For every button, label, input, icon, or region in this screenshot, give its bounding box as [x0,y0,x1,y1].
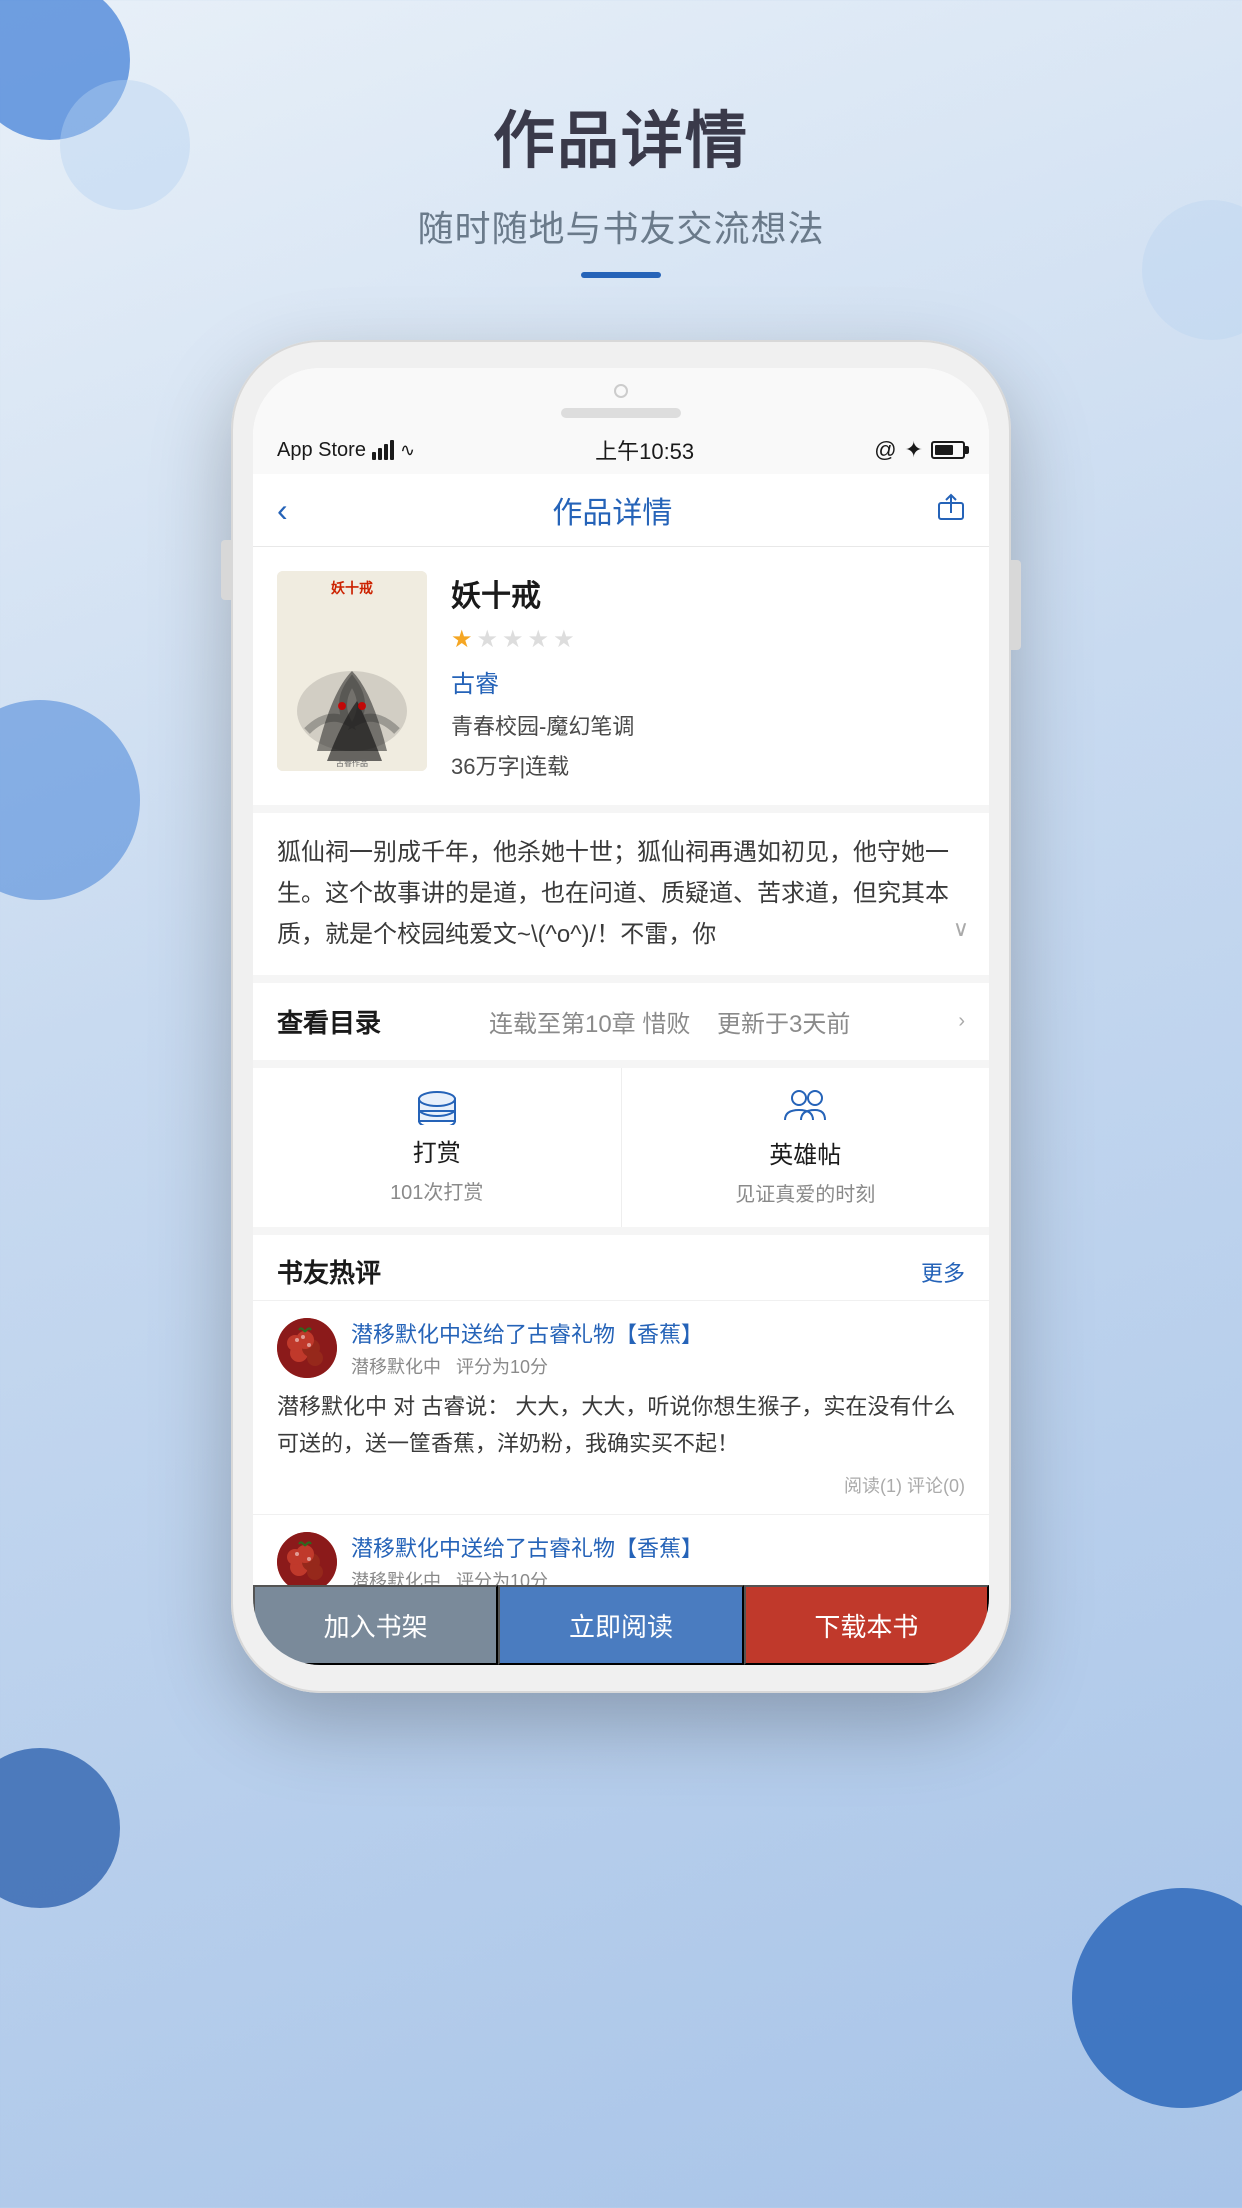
book-genre: 青春校园-魔幻笔调 [451,709,965,741]
bluetooth-icon: ✦ [905,437,923,463]
star-rating: ★ ★ ★ ★ ★ [451,625,965,654]
phone-mockup: App Store ∿ 上午10:53 @ ✦ [231,340,1011,1693]
tip-action[interactable]: 打赏 101次打赏 [253,1068,622,1227]
book-details: 妖十戒 ★ ★ ★ ★ ★ 古睿 青春校园-魔幻笔调 36万字|连载 [451,571,965,781]
title-underline [581,272,661,278]
reviews-title: 书友热评 [277,1253,381,1290]
app-nav: ‹ 作品详情 [253,474,989,547]
book-wordcount: 36万字|连载 [451,749,965,781]
reviews-header: 书友热评 更多 [253,1235,989,1300]
bg-decoration-5 [1072,1888,1242,2108]
reviews-more-button[interactable]: 更多 [921,1256,965,1288]
star-2: ★ [477,625,499,654]
description-text: 狐仙祠一别成千年，他杀她十世；狐仙祠再遇如初见，他守她一生。这个故事讲的是道，也… [277,839,949,948]
svg-text:妖十戒: 妖十戒 [331,580,373,597]
share-button[interactable] [937,493,965,528]
battery-fill [935,445,953,455]
review-header-1: 潜移默化中送给了古睿礼物【香蕉】 潜移默化中 评分为10分 [277,1317,965,1379]
toc-row[interactable]: 查看目录 连载至第10章 惜败 更新于3天前 › [253,983,989,1068]
status-right: @ ✦ [874,437,965,463]
add-shelf-button[interactable]: 加入书架 [253,1585,498,1665]
app-content: 妖十戒 [253,547,989,1665]
wifi-icon: ∿ [400,440,415,461]
star-3: ★ [502,625,524,654]
toc-label: 查看目录 [277,1003,381,1040]
review-item-1: 潜移默化中送给了古睿礼物【香蕉】 潜移默化中 评分为10分 潜移默化中 对 古睿… [253,1300,989,1514]
bg-decoration-6 [0,1748,120,1908]
book-title: 妖十戒 [451,571,965,615]
status-time: 上午10:53 [595,434,694,466]
download-button[interactable]: 下载本书 [744,1585,989,1665]
battery-icon [931,441,965,459]
fold-icon[interactable]: ∨ [953,910,969,947]
phone-side-button-right [1011,560,1021,650]
review-gift-title-2[interactable]: 潜移默化中送给了古睿礼物【香蕉】 [351,1531,965,1563]
review-header-2: 潜移默化中送给了古睿礼物【香蕉】 潜移默化中 评分为10分 [277,1531,965,1593]
tip-label: 打赏 [413,1133,461,1168]
star-4: ★ [528,625,550,654]
signal-bars [372,440,394,460]
bar4 [390,440,394,460]
phone-speaker [561,408,681,418]
review-user-score-1: 潜移默化中 评分为10分 [351,1353,965,1379]
people-icon [781,1088,829,1127]
bg-decoration-4 [0,700,140,900]
page-header: 作品详情 随时随地与书友交流想法 [0,90,1242,278]
star-1: ★ [451,625,473,654]
bar2 [378,448,382,460]
phone-camera [614,384,628,398]
author-name[interactable]: 古睿 [451,664,965,699]
phone-side-button-left [221,540,231,600]
book-description: 狐仙祠一别成千年，他杀她十世；狐仙祠再遇如初见，他守她一生。这个故事讲的是道，也… [253,813,989,983]
actions-row: 打赏 101次打赏 英雄帖 [253,1068,989,1235]
back-app-label: App Store [277,439,366,462]
hero-sublabel: 见证真爱的时刻 [735,1178,875,1207]
read-now-button[interactable]: 立即阅读 [498,1585,743,1665]
review-footer-1: 阅读(1) 评论(0) [277,1472,965,1498]
book-info-section: 妖十戒 [253,547,989,813]
svg-text:古睿作品: 古睿作品 [336,758,368,768]
coin-stack-icon [415,1091,459,1125]
status-bar: App Store ∿ 上午10:53 @ ✦ [253,426,989,474]
review-meta-2: 潜移默化中送给了古睿礼物【香蕉】 潜移默化中 评分为10分 [351,1531,965,1593]
book-cover: 妖十戒 [277,571,427,771]
bottom-action-bar: 加入书架 立即阅读 下载本书 [253,1585,989,1665]
page-title: 作品详情 [0,90,1242,180]
nav-title: 作品详情 [552,488,672,532]
hero-action[interactable]: 英雄帖 见证真爱的时刻 [622,1068,990,1227]
page-subtitle: 随时随地与书友交流想法 [0,200,1242,252]
review-body-1: 潜移默化中 对 古睿说： 大大，大大，听说你想生猴子，实在没有什么可送的，送一筐… [277,1389,965,1462]
status-left: App Store ∿ [277,439,415,462]
bar3 [384,444,388,460]
review-gift-title-1[interactable]: 潜移默化中送给了古睿礼物【香蕉】 [351,1317,965,1349]
tip-count: 101次打赏 [390,1176,483,1205]
review-avatar-1 [277,1318,337,1378]
location-icon: @ [874,437,896,463]
hero-label: 英雄帖 [769,1135,841,1170]
cover-art: 妖十戒 [277,571,427,771]
toc-status: 连载至第10章 惜败 更新于3天前 [489,1004,850,1039]
back-button[interactable]: ‹ [277,492,288,529]
review-meta-1: 潜移默化中送给了古睿礼物【香蕉】 潜移默化中 评分为10分 [351,1317,965,1379]
toc-arrow-icon: › [958,1010,965,1033]
star-5: ★ [553,625,575,654]
review-avatar-2 [277,1532,337,1592]
bar1 [372,452,376,460]
